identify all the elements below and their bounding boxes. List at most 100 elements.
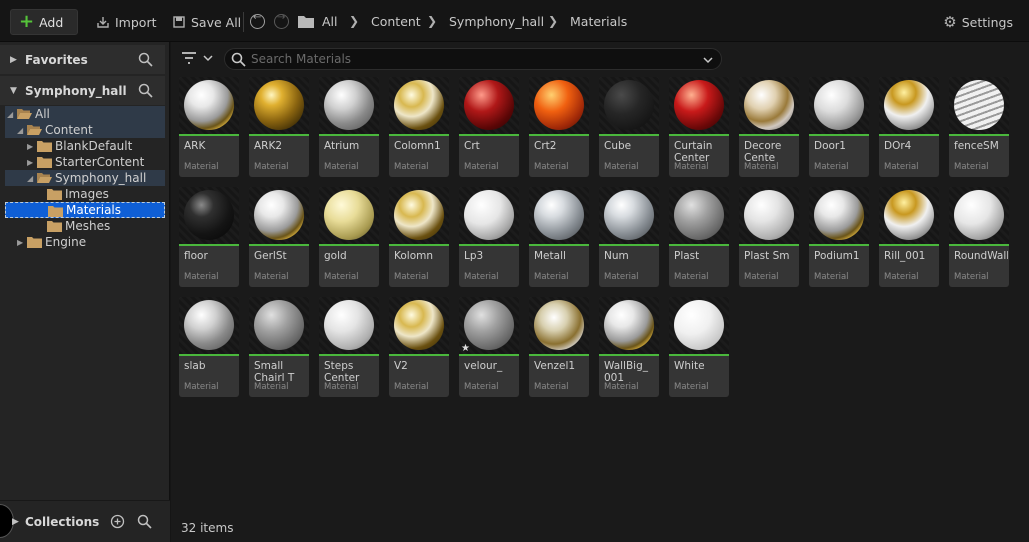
asset-tile[interactable]: Crt Material <box>459 77 519 177</box>
asset-tile[interactable]: WallBig_ 001 Material <box>599 297 659 397</box>
material-sphere-icon <box>534 190 584 240</box>
asset-thumbnail <box>809 77 869 134</box>
asset-tile[interactable]: Plast Sm Material <box>739 187 799 287</box>
expanded-arrow-icon[interactable]: ◢ <box>17 126 23 135</box>
asset-name: Rill_001 <box>884 250 926 262</box>
asset-type: Material <box>394 272 429 282</box>
search-icon[interactable] <box>138 83 153 98</box>
asset-type: Material <box>814 272 849 282</box>
add-label: Add <box>39 14 64 30</box>
forward-arrow-icon: → <box>277 12 286 23</box>
tree-item-materials[interactable]: Materials <box>5 202 165 218</box>
asset-name: slab <box>184 360 206 372</box>
material-sphere-icon <box>744 80 794 130</box>
folder-icon[interactable] <box>298 15 314 28</box>
collections-header[interactable]: ▶ Collections <box>0 500 170 542</box>
favorites-header[interactable]: ▶ Favorites <box>0 45 165 74</box>
asset-tile[interactable]: White Material <box>669 297 729 397</box>
asset-thumbnail <box>879 187 939 244</box>
asset-tile[interactable]: Crt2 Material <box>529 77 589 177</box>
asset-thumbnail <box>529 187 589 244</box>
tree-item-all[interactable]: ◢ All <box>5 106 165 122</box>
asset-tile[interactable]: Door1 Material <box>809 77 869 177</box>
tree-item-meshes[interactable]: Meshes <box>5 218 165 234</box>
asset-tile[interactable]: Num Material <box>599 187 659 287</box>
asset-tile[interactable]: ARK Material <box>179 77 239 177</box>
save-all-button[interactable]: Save All <box>164 9 249 35</box>
asset-tile[interactable]: Metall Material <box>529 187 589 287</box>
settings-button[interactable]: ⚙ Settings <box>935 9 1021 35</box>
asset-type-bar <box>459 134 519 136</box>
asset-tile[interactable]: ★ velour_ Material <box>459 297 519 397</box>
asset-tile[interactable]: Cube Material <box>599 77 659 177</box>
asset-tile[interactable]: Small Chairl T Material <box>249 297 309 397</box>
asset-tile[interactable]: Curtain Center Material <box>669 77 729 177</box>
asset-type-bar <box>599 244 659 246</box>
asset-thumbnail <box>599 77 659 134</box>
asset-name: Curtain Center <box>674 140 713 164</box>
collections-label: Collections <box>25 515 100 529</box>
project-header[interactable]: ▼ Symphony_hall <box>0 76 165 105</box>
asset-thumbnail <box>249 297 309 354</box>
asset-type-bar <box>319 244 379 246</box>
add-button[interactable]: + Add <box>10 9 78 35</box>
tree-item-images[interactable]: Images <box>5 186 165 202</box>
tree-item-content[interactable]: ◢ Content <box>5 122 165 138</box>
asset-thumbnail <box>249 187 309 244</box>
asset-tile[interactable]: floor Material <box>179 187 239 287</box>
expanded-arrow-icon[interactable]: ◢ <box>7 110 13 119</box>
asset-tile[interactable]: V2 Material <box>389 297 449 397</box>
asset-tile[interactable]: gold Material <box>319 187 379 287</box>
expanded-arrow-icon[interactable]: ◢ <box>27 174 33 183</box>
tree-item-engine[interactable]: ▶ Engine <box>5 234 165 250</box>
breadcrumb-symphony-hall[interactable]: Symphony_hall <box>449 14 544 29</box>
asset-type: Material <box>604 272 639 282</box>
tree-item-startercontent[interactable]: ▶ StarterContent <box>5 154 165 170</box>
asset-tile[interactable]: Podium1 Material <box>809 187 869 287</box>
breadcrumb-materials[interactable]: Materials <box>570 14 627 29</box>
asset-tile[interactable]: RoundWall Material <box>949 187 1009 287</box>
import-button[interactable]: Import <box>88 9 165 35</box>
tree-item-blankdefault[interactable]: ▶ BlankDefault <box>5 138 165 154</box>
material-sphere-icon <box>814 80 864 130</box>
asset-type: Material <box>254 382 289 392</box>
asset-tile[interactable]: Venzel1 Material <box>529 297 589 397</box>
tree-item-symphony-hall[interactable]: ◢ Symphony_hall <box>5 170 165 186</box>
filter-button[interactable] <box>181 51 215 67</box>
asset-type-bar <box>809 134 869 136</box>
asset-tile[interactable]: ARK2 Material <box>249 77 309 177</box>
asset-tile[interactable]: Plast Material <box>669 187 729 287</box>
asset-tile[interactable]: Steps Center Material <box>319 297 379 397</box>
collapsed-arrow-icon[interactable]: ▶ <box>17 238 23 247</box>
asset-name: Venzel1 <box>534 360 576 372</box>
asset-tile[interactable]: Colomn1 Material <box>389 77 449 177</box>
breadcrumb-content[interactable]: Content <box>371 14 421 29</box>
asset-tile[interactable]: Kolomn Material <box>389 187 449 287</box>
asset-type: Material <box>464 162 499 172</box>
add-collection-icon[interactable] <box>110 514 125 529</box>
collapsed-arrow-icon[interactable]: ▶ <box>27 142 33 151</box>
asset-tile[interactable]: Atrium Material <box>319 77 379 177</box>
chevron-down-icon[interactable] <box>703 56 713 64</box>
back-button[interactable]: ← <box>250 12 265 29</box>
asset-tile[interactable]: DOr4 Material <box>879 77 939 177</box>
asset-name: Small Chairl T <box>254 360 295 384</box>
asset-tile[interactable]: Lp3 Material <box>459 187 519 287</box>
asset-tile[interactable]: Decore Cente Material <box>739 77 799 177</box>
material-sphere-icon <box>884 80 934 130</box>
asset-type-bar <box>529 134 589 136</box>
asset-tile[interactable]: slab Material <box>179 297 239 397</box>
collapsed-arrow-icon[interactable]: ▶ <box>27 158 33 167</box>
asset-name: Colomn1 <box>394 140 441 152</box>
search-icon[interactable] <box>138 52 153 67</box>
search-icon[interactable] <box>137 514 152 529</box>
asset-tile[interactable]: GerlSt Material <box>249 187 309 287</box>
search-box[interactable] <box>224 48 722 70</box>
asset-type-bar <box>249 244 309 246</box>
search-input[interactable] <box>251 51 691 67</box>
material-sphere-icon <box>184 80 234 130</box>
breadcrumb-all[interactable]: All <box>322 14 338 29</box>
asset-tile[interactable]: fenceSM Material <box>949 77 1009 177</box>
forward-button[interactable]: → <box>274 12 289 29</box>
asset-tile[interactable]: Rill_001 Material <box>879 187 939 287</box>
